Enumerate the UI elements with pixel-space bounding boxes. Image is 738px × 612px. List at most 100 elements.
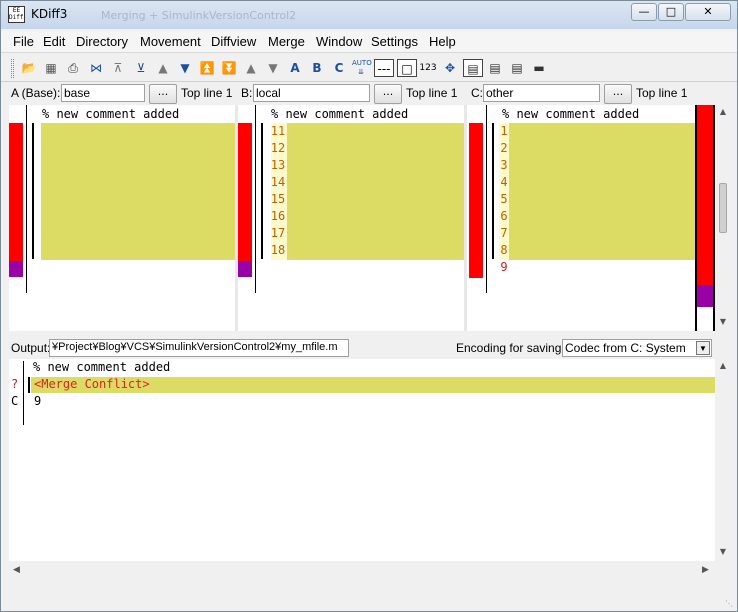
window-title: KDiff3 <box>31 7 68 21</box>
scroll-up-arrow-icon[interactable]: ▲ <box>716 361 730 370</box>
go-bottom-button[interactable]: ⊻ <box>132 59 150 77</box>
double-up-icon: ⏫ <box>199 61 215 75</box>
pane-b-line-number: 15 <box>270 192 286 206</box>
menu-diffview[interactable]: Diffview <box>211 34 256 49</box>
pane-c-line-number: 6 <box>500 209 508 223</box>
merge-conflict-bar <box>28 377 30 393</box>
source-c-browse-button[interactable]: ... <box>604 84 632 104</box>
scroll-right-arrow-icon[interactable]: ▶ <box>702 565 709 575</box>
menu-window[interactable]: Window <box>316 34 362 49</box>
merge-output-area[interactable]: % new comment added ? <Merge Conflict> C… <box>9 359 715 561</box>
diff-vertical-scrollbar[interactable]: ▲ ▼ <box>716 105 730 331</box>
whitespace-icon: --- <box>377 62 391 76</box>
next-unsolved-button[interactable]: ▼ <box>264 59 282 77</box>
print-button[interactable]: ⎙ <box>64 59 82 77</box>
diff-overview-bar[interactable] <box>695 105 715 331</box>
pane-c-line-number: 3 <box>500 158 508 172</box>
pane-b-line-number: 11 <box>270 124 286 138</box>
scroll-down-arrow-icon[interactable]: ▼ <box>716 317 730 326</box>
go-current-button[interactable]: ⋈ <box>87 59 105 77</box>
kdiff3-app-icon: EE Diff3 <box>8 6 25 23</box>
select-a-button[interactable]: A <box>286 59 304 77</box>
maximize-button[interactable]: □ <box>658 3 684 21</box>
menu-merge[interactable]: Merge <box>268 34 305 49</box>
printer-icon: ⎙ <box>68 61 78 75</box>
prev-conflict-button[interactable]: ⏫ <box>198 59 216 77</box>
output-label: Output: <box>11 341 51 355</box>
pane-b-line-number: 18 <box>270 243 286 257</box>
next-delta-button[interactable]: ▼ <box>176 59 194 77</box>
auto-solve-button[interactable]: AUTO ⇊ <box>352 59 372 77</box>
next-conflict-button[interactable]: ⏬ <box>220 59 238 77</box>
merge-conflict-text[interactable]: <Merge Conflict> <box>34 377 150 391</box>
menu-edit[interactable]: Edit <box>43 34 65 49</box>
encoding-select[interactable]: Codec from C: System ▼ <box>562 339 712 357</box>
toolbar: 📂 ▦ ⎙ ⋈ ⊼ ⊻ ▲ ▼ ⏫ ⏬ ▲ ▼ A B C AUTO ⇊ --- … <box>1 55 737 82</box>
pane-c-changed-block <box>509 123 695 260</box>
source-b-label: B: <box>241 86 253 100</box>
triangle-down-icon: ▼ <box>180 61 190 75</box>
resize-grip-icon[interactable]: ⋱ <box>725 599 735 609</box>
source-a-browse-button[interactable]: ... <box>149 84 177 104</box>
pane-c-conflict-marker <box>469 123 483 278</box>
close-button[interactable]: ✕ <box>685 3 731 21</box>
pane-b-gutter-line <box>255 105 256 293</box>
diff-pane-c[interactable]: % new comment added 1 2 3 4 5 6 7 8 9 <box>467 105 695 331</box>
dropdown-arrow-icon[interactable]: ▼ <box>696 341 710 355</box>
menu-settings[interactable]: Settings <box>371 34 418 49</box>
close-icon: ✕ <box>703 5 713 18</box>
show-whitespace-button[interactable]: --- <box>374 59 394 77</box>
menu-file[interactable]: File <box>13 34 34 49</box>
source-b-topline: Top line 1 <box>406 86 458 100</box>
minimize-button[interactable]: — <box>631 3 657 21</box>
go-top-icon: ⊼ <box>113 61 123 75</box>
show-line-numbers-button[interactable]: 123 <box>419 59 437 77</box>
layout-icon: ▤ <box>489 61 501 75</box>
pane-b-line-number: 13 <box>270 158 286 172</box>
scroll-left-arrow-icon[interactable]: ◀ <box>13 565 20 575</box>
maximize-icon: □ <box>665 5 677 18</box>
source-c-field[interactable]: other <box>483 84 600 102</box>
pane-c-line-number: 8 <box>500 243 508 257</box>
source-b-browse-button[interactable]: ... <box>374 84 402 104</box>
source-a-field[interactable]: base <box>61 84 145 102</box>
pane-b-line-number: 12 <box>270 141 286 155</box>
minimize-icon: — <box>638 5 650 18</box>
diff-scroll-thumb[interactable] <box>719 183 727 233</box>
menu-help[interactable]: Help <box>429 34 456 49</box>
diff-pane-a[interactable]: % new comment added <box>9 105 235 331</box>
pane-splitter[interactable] <box>1 332 737 336</box>
pane-b-line-number: 17 <box>270 226 286 240</box>
minus-icon: ▬ <box>533 61 545 75</box>
select-c-button[interactable]: C <box>330 59 348 77</box>
prev-unsolved-button[interactable]: ▲ <box>242 59 260 77</box>
conflict-marker: ? <box>11 377 19 391</box>
toolbar-grip <box>11 59 14 78</box>
kdiff3-window: EE Diff3 KDiff3 Merging + SimulinkVersio… <box>0 0 738 612</box>
save-button[interactable]: ▦ <box>42 59 60 77</box>
diff-pane-b[interactable]: % new comment added 11 12 13 14 15 16 17… <box>238 105 464 331</box>
scroll-down-arrow-icon[interactable]: ▼ <box>716 547 730 556</box>
prev-delta-button[interactable]: ▲ <box>154 59 172 77</box>
title-bar: EE Diff3 KDiff3 Merging + SimulinkVersio… <box>1 1 737 29</box>
pane-c-line-number: 2 <box>500 141 508 155</box>
source-b-field[interactable]: local <box>253 84 370 102</box>
layout-button-4[interactable]: ▬ <box>530 59 548 77</box>
layout-button-2[interactable]: ▤ <box>486 59 504 77</box>
menu-directory[interactable]: Directory <box>76 34 128 49</box>
overview-conflict-region <box>697 105 713 285</box>
go-top-button[interactable]: ⊼ <box>109 59 127 77</box>
save-icon: ▦ <box>45 61 57 75</box>
overview-button[interactable]: ✥ <box>441 59 459 77</box>
merge-horizontal-scrollbar[interactable]: ◀ ▶ <box>9 563 715 579</box>
output-path-field[interactable]: ¥Project¥Blog¥VCS¥SimulinkVersionControl… <box>49 339 349 357</box>
select-b-button[interactable]: B <box>308 59 326 77</box>
go-current-icon: ⋈ <box>90 61 102 75</box>
layout-three-column-button[interactable]: ▤ <box>463 59 483 77</box>
merge-vertical-scrollbar[interactable]: ▲ ▼ <box>716 359 730 561</box>
show-white-chars-button[interactable]: □ <box>397 59 417 77</box>
scroll-up-arrow-icon[interactable]: ▲ <box>716 107 730 116</box>
open-button[interactable]: 📂 <box>20 59 38 77</box>
menu-movement[interactable]: Movement <box>140 34 201 49</box>
layout-button-3[interactable]: ▤ <box>508 59 526 77</box>
